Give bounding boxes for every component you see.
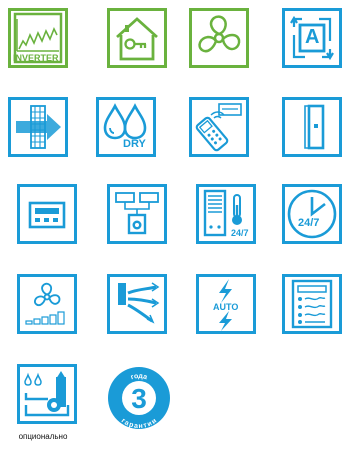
wired-controller-icon (17, 184, 77, 244)
thermostat-247-label: 24/7 (231, 228, 249, 238)
central-control-icon (107, 184, 167, 244)
warranty-number: 3 (131, 383, 147, 414)
inverter-label: INVERTER (13, 53, 59, 63)
drain-pump-icon (17, 364, 77, 424)
remote-control-icon (189, 97, 249, 157)
fan-icon (189, 8, 249, 68)
warranty-badge: года гарантии 3 (107, 366, 171, 430)
auto-power-label: AUTO (213, 302, 239, 312)
home-key-icon (107, 8, 167, 68)
fan-speed-icon (17, 274, 77, 334)
airflow-swing-icon (107, 274, 167, 334)
inverter-icon: INVERTER (8, 8, 68, 68)
auto-label: A (305, 26, 320, 48)
auto-mode-icon: A (282, 8, 342, 68)
dry-mode-icon: DRY (96, 97, 156, 157)
air-filter-icon (8, 97, 68, 157)
thermostat-247-icon: 24/7 (196, 184, 256, 244)
timer-247-icon: 24/7 (282, 184, 342, 244)
optional-caption: опционально (18, 432, 68, 441)
wall-unit-icon (282, 97, 342, 157)
settings-panel-icon (282, 274, 342, 334)
dry-label: DRY (123, 138, 146, 150)
auto-power-icon: AUTO (196, 274, 256, 334)
timer-247-label: 24/7 (298, 217, 320, 229)
